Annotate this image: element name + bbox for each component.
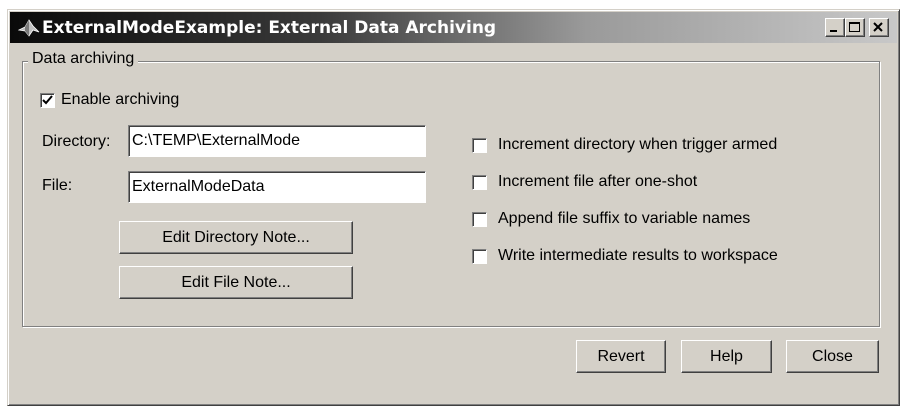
maximize-icon — [849, 22, 860, 32]
minimize-icon — [830, 30, 837, 32]
file-input[interactable] — [128, 171, 426, 203]
title-bar[interactable]: ExternalModeExample: External Data Archi… — [10, 12, 897, 43]
increment-file-checkbox[interactable] — [472, 175, 487, 190]
revert-button[interactable]: Revert — [576, 340, 666, 373]
increment-file-label[interactable]: Increment file after one-shot — [498, 173, 697, 191]
enable-archiving-checkbox[interactable] — [40, 93, 55, 108]
maximize-button[interactable] — [845, 18, 865, 37]
close-button[interactable]: Close — [786, 340, 879, 373]
file-label: File: — [42, 177, 73, 194]
increment-directory-checkbox[interactable] — [472, 138, 487, 153]
close-window-button[interactable] — [869, 18, 889, 37]
directory-input[interactable] — [128, 125, 426, 157]
matlab-logo-icon — [17, 17, 40, 39]
help-button[interactable]: Help — [681, 340, 772, 373]
minimize-button[interactable] — [825, 18, 845, 37]
append-suffix-checkbox[interactable] — [472, 212, 487, 227]
window-title: ExternalModeExample: External Data Archi… — [42, 18, 497, 38]
increment-directory-label[interactable]: Increment directory when trigger armed — [498, 136, 777, 154]
append-suffix-label[interactable]: Append file suffix to variable names — [498, 210, 750, 228]
edit-directory-note-button[interactable]: Edit Directory Note... — [119, 221, 353, 254]
checkmark-icon — [42, 95, 53, 105]
group-legend: Data archiving — [28, 50, 139, 68]
write-intermediate-label[interactable]: Write intermediate results to workspace — [498, 247, 778, 265]
write-intermediate-checkbox[interactable] — [472, 249, 487, 264]
directory-label: Directory: — [42, 133, 111, 150]
edit-file-note-button[interactable]: Edit File Note... — [119, 266, 353, 299]
enable-archiving-label[interactable]: Enable archiving — [61, 91, 179, 109]
close-icon — [873, 22, 883, 32]
